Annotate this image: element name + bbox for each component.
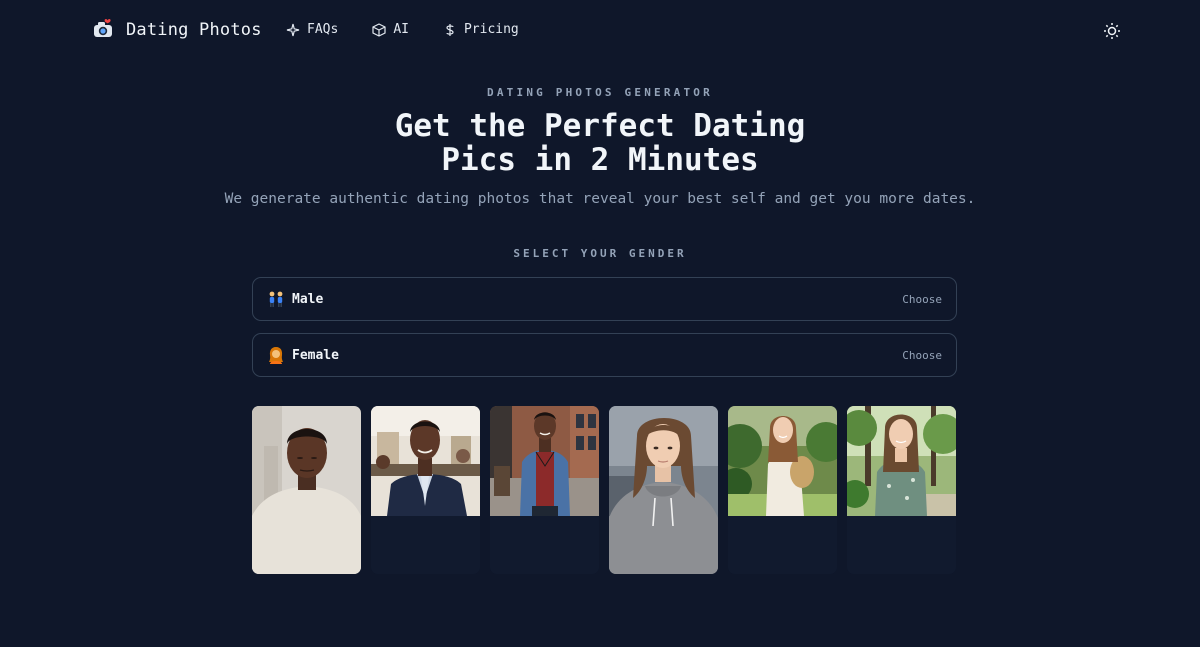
- nav-pricing[interactable]: Pricing: [443, 22, 519, 37]
- nav-pricing-label: Pricing: [463, 22, 519, 37]
- woman-emoji-icon: [269, 347, 283, 364]
- camera-logo-icon: [94, 19, 112, 37]
- headline-line-1: Get the Perfect Dating: [394, 108, 806, 144]
- sample-photo-grid: [252, 406, 956, 574]
- headline-line-2: Pics in 2 Minutes: [441, 142, 759, 178]
- sample-photo: [252, 406, 361, 574]
- sun-icon[interactable]: [1102, 21, 1122, 41]
- gender-option-male[interactable]: Male Choose: [252, 277, 957, 321]
- nav-ai-label: AI: [393, 22, 409, 37]
- gender-option-male-label: Male: [292, 292, 324, 307]
- select-gender-label: SELECT YOUR GENDER: [513, 247, 687, 260]
- man-emoji-icon: [269, 291, 283, 307]
- hero-headline: Get the Perfect Dating Pics in 2 Minutes: [0, 109, 1200, 177]
- dollar-icon: [446, 23, 454, 36]
- hero-eyebrow: DATING PHOTOS GENERATOR: [487, 86, 713, 99]
- brand-link[interactable]: Dating Photos: [92, 19, 262, 41]
- gender-option-female-label: Female: [292, 348, 339, 363]
- gender-option-female[interactable]: Female Choose: [252, 333, 957, 377]
- top-nav: Dating Photos FAQs AI Pricing: [0, 0, 1200, 62]
- gender-option-male-choose: Choose: [902, 293, 942, 306]
- sample-photo: [847, 406, 956, 574]
- sample-photo: [490, 406, 599, 574]
- gender-option-female-choose: Choose: [902, 349, 942, 362]
- nav-ai[interactable]: AI: [372, 22, 409, 37]
- cube-icon: [372, 22, 386, 37]
- hero-subhead: We generate authentic dating photos that…: [224, 191, 976, 207]
- nav-faqs[interactable]: FAQs: [286, 22, 338, 37]
- brand-name: Dating Photos: [126, 20, 262, 40]
- sample-photo: [371, 406, 480, 574]
- sample-photo: [728, 406, 837, 574]
- sample-photo: [609, 406, 718, 574]
- hero-section: DATING PHOTOS GENERATOR Get the Perfect …: [0, 86, 1200, 207]
- sparkle-icon: [286, 23, 300, 36]
- nav-faqs-label: FAQs: [307, 22, 339, 37]
